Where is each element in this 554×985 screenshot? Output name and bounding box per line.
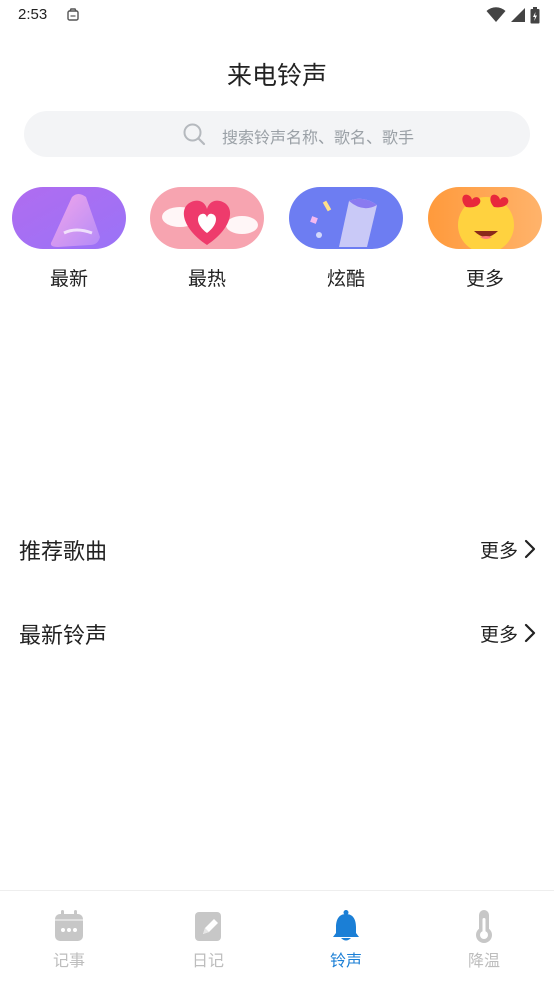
category-more[interactable]: 更多 [428, 187, 542, 292]
notification-icon [67, 8, 79, 21]
category-label: 最热 [187, 268, 226, 290]
more-label: 更多 [479, 539, 518, 562]
tab-notes[interactable]: 记事 [19, 905, 119, 975]
category-hottest[interactable]: 最热 [150, 187, 264, 292]
search-input[interactable]: 搜索铃声名称、歌名、歌手 [24, 111, 530, 157]
section-title: 最新铃声 [19, 624, 108, 649]
thermometer-icon [476, 910, 492, 943]
diary-icon [195, 912, 221, 941]
recommended-more-button[interactable]: 更多 [480, 536, 536, 562]
category-cool[interactable]: 炫酷 [289, 187, 403, 292]
search-placeholder: 搜索铃声名称、歌名、歌手 [222, 128, 415, 147]
newest-more-button[interactable]: 更多 [480, 620, 536, 646]
search-icon [183, 123, 206, 146]
calendar-icon [55, 910, 83, 941]
status-time: 2:53 [18, 6, 48, 23]
bell-icon [333, 910, 359, 941]
bottom-tab-bar: 记事 日记 铃声 降温 [0, 890, 554, 985]
tab-label: 铃声 [329, 951, 362, 970]
category-label: 更多 [465, 268, 504, 290]
tab-ringtones[interactable]: 铃声 [296, 905, 396, 975]
tab-diary[interactable]: 日记 [158, 905, 258, 975]
battery-icon [530, 6, 540, 23]
signal-icon [511, 8, 525, 22]
category-cool-image [289, 187, 403, 249]
status-indicators [486, 6, 540, 24]
chevron-right-icon [524, 623, 536, 643]
chevron-right-icon [524, 539, 536, 559]
category-label: 炫酷 [326, 268, 365, 290]
section-recommended-songs: 推荐歌曲 更多 [0, 528, 554, 568]
category-more-image [428, 187, 542, 249]
tab-cooling[interactable]: 降温 [434, 905, 534, 975]
status-bar: 2:53 [0, 0, 554, 32]
page-title: 来电铃声 [226, 61, 327, 90]
tab-label: 记事 [52, 951, 85, 970]
category-newest[interactable]: 最新 [12, 187, 126, 292]
tab-label: 日记 [191, 951, 224, 970]
category-newest-image [12, 187, 126, 249]
category-row: 最新 最热 炫酷 更多 [0, 187, 554, 297]
more-label: 更多 [479, 623, 518, 646]
section-title: 推荐歌曲 [19, 540, 108, 565]
tab-label: 降温 [467, 951, 500, 970]
category-label: 最新 [49, 268, 88, 290]
wifi-icon [486, 7, 506, 22]
category-hottest-image [150, 187, 264, 249]
section-newest-ringtones: 最新铃声 更多 [0, 612, 554, 652]
